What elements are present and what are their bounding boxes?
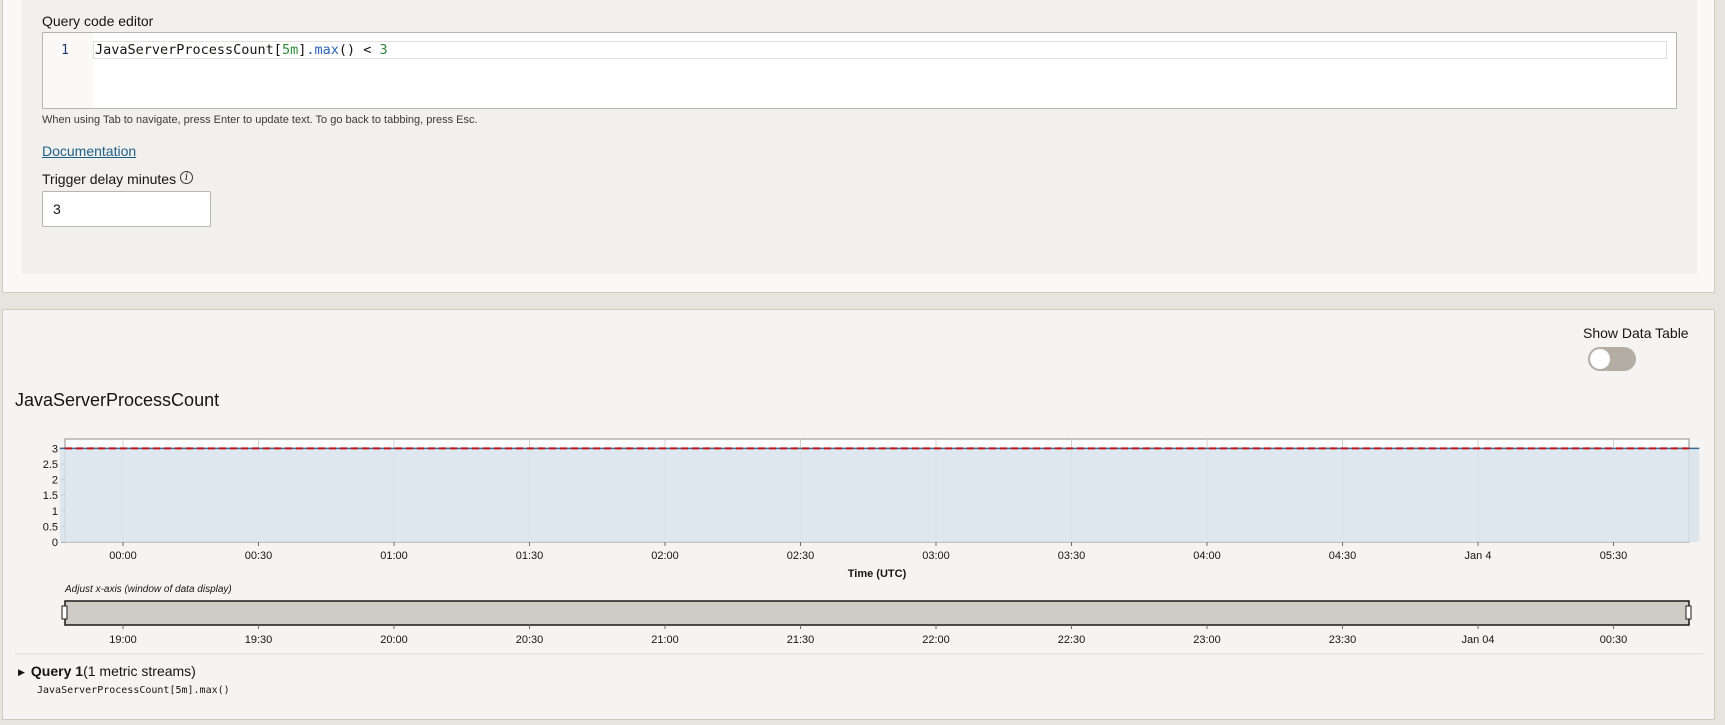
slider-handle-right (1685, 605, 1692, 620)
query-name: Query 1 (30, 663, 84, 679)
y-tick-label: 0 (52, 537, 58, 549)
slider-tick-label: 23:30 (1329, 634, 1357, 646)
y-tick-label: 2.5 (43, 459, 58, 471)
expand-caret-icon[interactable]: ▶ (18, 667, 25, 678)
x-tick-label: 00:00 (109, 550, 137, 562)
x-tick-label: 03:00 (922, 550, 950, 562)
query-summary-row[interactable]: ▶ Query 1(1 metric streams) (18, 663, 196, 679)
slider-tick-label: 19:00 (109, 634, 137, 646)
slider-caption: Adjust x-axis (window of data display) (64, 584, 232, 595)
slider-tick-label: 00:30 (1600, 634, 1628, 646)
metric-chart: 00:00 00:30 01:00 01:30 02:00 02:30 03:00 03:30… (15, 438, 1703, 655)
slider-tick-label: 22:00 (922, 634, 950, 646)
x-tick-label: 05:30 (1600, 550, 1628, 562)
x-tick-label: 02:00 (651, 550, 679, 562)
x-tick-label: 01:30 (516, 550, 544, 562)
x-tick-label: Jan 4 (1465, 550, 1492, 562)
slider-tick-label: 21:00 (651, 634, 679, 646)
y-tick-label: 1.5 (43, 490, 58, 502)
x-axis-label: Time (UTC) (848, 568, 907, 580)
y-tick-label: 2 (52, 475, 58, 487)
x-tick-label: 04:00 (1193, 550, 1221, 562)
x-tick-label: 02:30 (787, 550, 815, 562)
slider-tick-label: 20:30 (516, 634, 544, 646)
x-tick-label: 03:30 (1058, 550, 1086, 562)
x-tick-label: 00:30 (245, 550, 273, 562)
slider-tick-label: 22:30 (1058, 634, 1086, 646)
y-tick-label: 3 (52, 443, 58, 455)
slider-tick-label: 23:00 (1193, 634, 1221, 646)
query-code-text: JavaServerProcessCount[5m].max() (37, 685, 230, 696)
slider-tick-label: 19:30 (245, 634, 273, 646)
slider-tick-label: 21:30 (787, 634, 815, 646)
series-area (59, 448, 1700, 542)
y-tick-label: 0.5 (43, 521, 58, 533)
x-tick-label: 01:00 (380, 550, 408, 562)
slider-tick-label: 20:00 (380, 634, 408, 646)
slider-handle-left (61, 605, 68, 620)
y-tick-label: 1 (52, 506, 58, 518)
range-slider (64, 600, 1690, 626)
x-tick-label: 04:30 (1329, 550, 1357, 562)
query-streams: (1 metric streams) (83, 663, 196, 679)
slider-tick-label: Jan 04 (1461, 634, 1494, 646)
